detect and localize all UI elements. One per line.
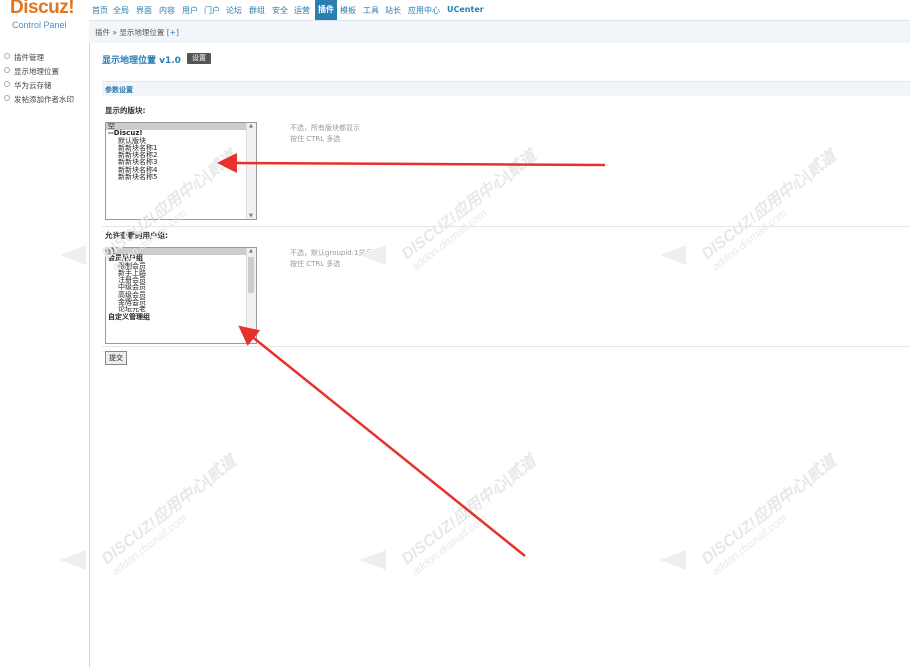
divider	[102, 346, 910, 347]
nav-forum[interactable]: 论坛	[226, 5, 242, 16]
scroll-down-icon[interactable]: ▼	[249, 213, 253, 219]
breadcrumb-add-link[interactable]: [+]	[167, 28, 179, 37]
sidebar-item-author-watermark[interactable]: 发帖添加作者水印	[4, 94, 74, 105]
nav-operation[interactable]: 运营	[294, 5, 310, 16]
nav-plugin[interactable]: 插件	[315, 0, 337, 20]
nav-portal[interactable]: 门户	[204, 5, 220, 16]
sidebar: 插件管理 显示地理位置 华为云存储 发帖添加作者水印	[0, 42, 89, 667]
sidebar-item-show-location[interactable]: 显示地理位置	[4, 66, 59, 77]
scrollbar[interactable]: ▲ ▼	[246, 248, 256, 343]
top-navigation: 首页 全局 界面 内容 用户 门户 论坛 群组 安全 运营 插件 模板 工具 站…	[89, 0, 910, 20]
nav-user[interactable]: 用户	[182, 5, 198, 16]
scrollbar[interactable]: ▲ ▼	[246, 123, 256, 219]
select-option[interactable]: 自定义管理组	[106, 313, 256, 321]
group-hint-line: 不选，默认groupid:1显示	[290, 249, 373, 257]
bullet-icon	[4, 53, 10, 59]
submit-button[interactable]: 提交	[105, 351, 127, 365]
block-select[interactable]: 空 --Discuz! 默认版块 新新块名称1 新新块名称2 新新块名称3 新新…	[105, 122, 257, 220]
nav-webmaster[interactable]: 站长	[385, 5, 401, 16]
scroll-up-icon[interactable]: ▲	[249, 123, 253, 129]
nav-ucenter[interactable]: UCenter	[447, 5, 484, 14]
divider	[102, 226, 910, 227]
sidebar-item-label: 发帖添加作者水印	[14, 95, 74, 104]
block-hint-line: 不选，所有版块都显示	[290, 124, 360, 132]
group-hint-line: 按住 CTRL 多选	[290, 260, 341, 268]
block-hint: 不选，所有版块都显示 按住 CTRL 多选	[290, 123, 360, 145]
nav-security[interactable]: 安全	[272, 5, 288, 16]
sidebar-item-label: 华为云存储	[14, 81, 52, 90]
bullet-icon	[4, 67, 10, 73]
select-option[interactable]: 新新块名称5	[106, 173, 256, 181]
settings-button[interactable]: 设置	[187, 53, 211, 64]
brand-name: Discuz!	[10, 0, 75, 18]
sidebar-item-plugin-manage[interactable]: 插件管理	[4, 52, 44, 63]
nav-content[interactable]: 内容	[159, 5, 175, 16]
page-title: 显示地理位置 v1.0	[102, 56, 181, 66]
bullet-icon	[4, 81, 10, 87]
block-label: 显示的版块:	[105, 106, 146, 115]
scroll-thumb[interactable]	[248, 257, 254, 293]
breadcrumb-text[interactable]: 插件 » 显示地理位置	[95, 28, 164, 37]
scroll-up-icon[interactable]: ▲	[249, 248, 253, 254]
brand-subtitle: Control Panel	[12, 20, 67, 30]
main-content: 显示地理位置 v1.0 设置 参数设置 显示的版块: 空 --Discuz! 默…	[89, 43, 910, 667]
section-title: 参数设置	[105, 86, 133, 94]
nav-tools[interactable]: 工具	[363, 5, 379, 16]
sidebar-item-huawei-storage[interactable]: 华为云存储	[4, 80, 52, 91]
breadcrumb: 插件 » 显示地理位置 [+]	[95, 27, 179, 38]
block-hint-line: 按住 CTRL 多选	[290, 135, 341, 143]
nav-template[interactable]: 模板	[340, 5, 356, 16]
section-header: 参数设置	[102, 81, 910, 96]
sidebar-item-label: 显示地理位置	[14, 67, 59, 76]
group-select[interactable]: 空 会员用户组 限制会员 新手上路 注册会员 中级会员 高级会员 金牌会员 论坛…	[105, 247, 257, 344]
group-hint: 不选，默认groupid:1显示 按住 CTRL 多选	[290, 248, 373, 270]
breadcrumb-bar: 插件 » 显示地理位置 [+]	[89, 20, 910, 44]
nav-global[interactable]: 全局	[113, 5, 129, 16]
group-label: 允许查看的用户组:	[105, 231, 168, 240]
nav-group[interactable]: 群组	[249, 5, 265, 16]
nav-interface[interactable]: 界面	[136, 5, 152, 16]
nav-home[interactable]: 首页	[92, 5, 108, 16]
scroll-down-icon[interactable]: ▼	[249, 337, 253, 343]
sidebar-item-label: 插件管理	[14, 53, 44, 62]
nav-app-center[interactable]: 应用中心	[408, 5, 440, 16]
bullet-icon	[4, 95, 10, 101]
logo[interactable]: Discuz! Control Panel	[0, 0, 89, 42]
